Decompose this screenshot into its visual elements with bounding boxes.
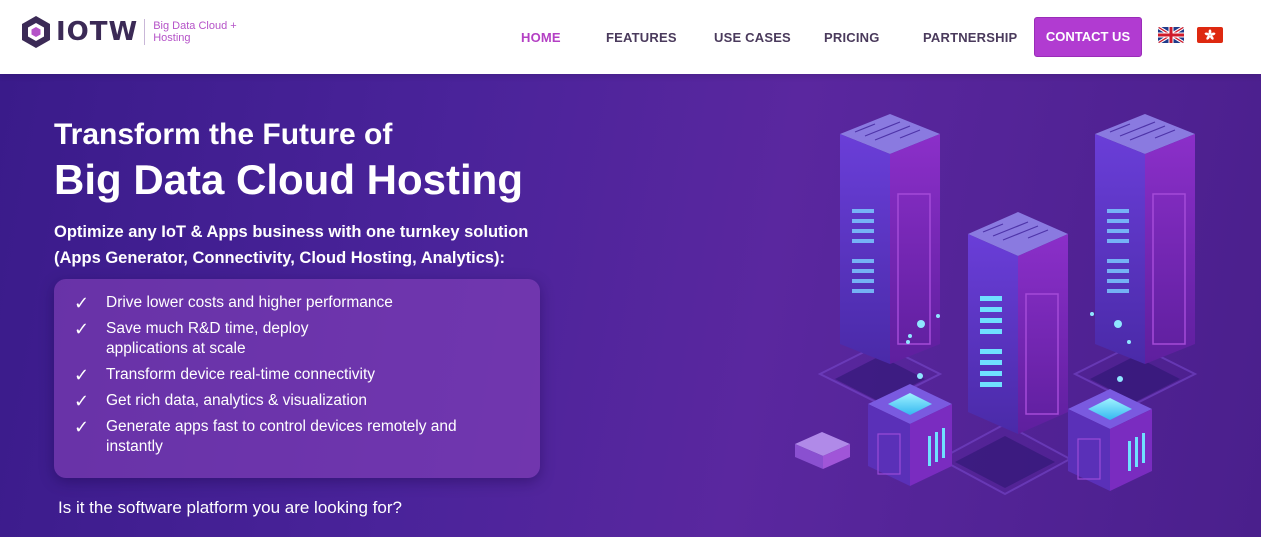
nav-partnership[interactable]: PARTNERSHIP <box>923 30 1017 45</box>
contact-us-button[interactable]: CONTACT US <box>1034 17 1142 57</box>
hero-section: Transform the Future of Big Data Cloud H… <box>0 74 1261 537</box>
hero-subtitle: Optimize any IoT & Apps business with on… <box>54 223 529 267</box>
checkmark-icon: ✓ <box>74 365 90 385</box>
nav-features[interactable]: FEATURES <box>606 30 677 45</box>
nav-pricing[interactable]: PRICING <box>824 30 880 45</box>
logo-text: IOTW <box>56 17 139 47</box>
logo[interactable]: IOTW Big Data Cloud + Hosting <box>20 15 243 49</box>
feature-item: ✓ Drive lower costs and higher performan… <box>74 293 520 313</box>
hong-kong-flag-icon[interactable] <box>1197 27 1223 43</box>
server-rack-illustration <box>795 114 1198 496</box>
hero-question: Is it the software platform you are look… <box>58 498 402 517</box>
feature-text: Generate apps fast to control devices re… <box>106 418 457 455</box>
feature-item: ✓ Save much R&D time, deploy application… <box>74 319 520 359</box>
server-tower-left <box>840 114 940 364</box>
feature-item: ✓ Transform device real-time connectivit… <box>74 365 520 385</box>
logo-tagline: Big Data Cloud + Hosting <box>153 20 243 44</box>
small-slab <box>795 432 850 469</box>
server-tower-center <box>968 212 1068 434</box>
checkmark-icon: ✓ <box>74 417 90 437</box>
feature-text: Save much R&D time, deploy applications … <box>106 320 309 357</box>
checkmark-icon: ✓ <box>74 391 90 411</box>
hero-title-line-2: Big Data Cloud Hosting <box>54 156 523 203</box>
feature-text: Get rich data, analytics & visualization <box>106 392 368 409</box>
checkmark-icon: ✓ <box>74 293 90 313</box>
feature-item: ✓ Get rich data, analytics & visualizati… <box>74 391 520 411</box>
checkmark-icon: ✓ <box>74 319 90 339</box>
hexagon-logo-icon <box>22 16 50 48</box>
tagline-line-2: Hosting <box>153 32 191 44</box>
logo-divider <box>144 19 146 45</box>
feature-text: Drive lower costs and higher performance <box>106 294 393 311</box>
features-box: ✓ Drive lower costs and higher performan… <box>54 279 540 478</box>
uk-flag-icon[interactable] <box>1158 27 1184 43</box>
feature-item: ✓ Generate apps fast to control devices … <box>74 417 520 457</box>
hero-title-line-1: Transform the Future of <box>54 118 393 151</box>
server-tower-right <box>1095 114 1195 364</box>
tagline-line-1: Big Data Cloud + <box>153 20 237 32</box>
nav-home[interactable]: HOME <box>521 30 561 45</box>
nav-use-cases[interactable]: USE CASES <box>714 30 791 45</box>
feature-text: Transform device real-time connectivity <box>106 366 376 383</box>
site-header: IOTW Big Data Cloud + Hosting HOME FEATU… <box>0 0 1261 74</box>
